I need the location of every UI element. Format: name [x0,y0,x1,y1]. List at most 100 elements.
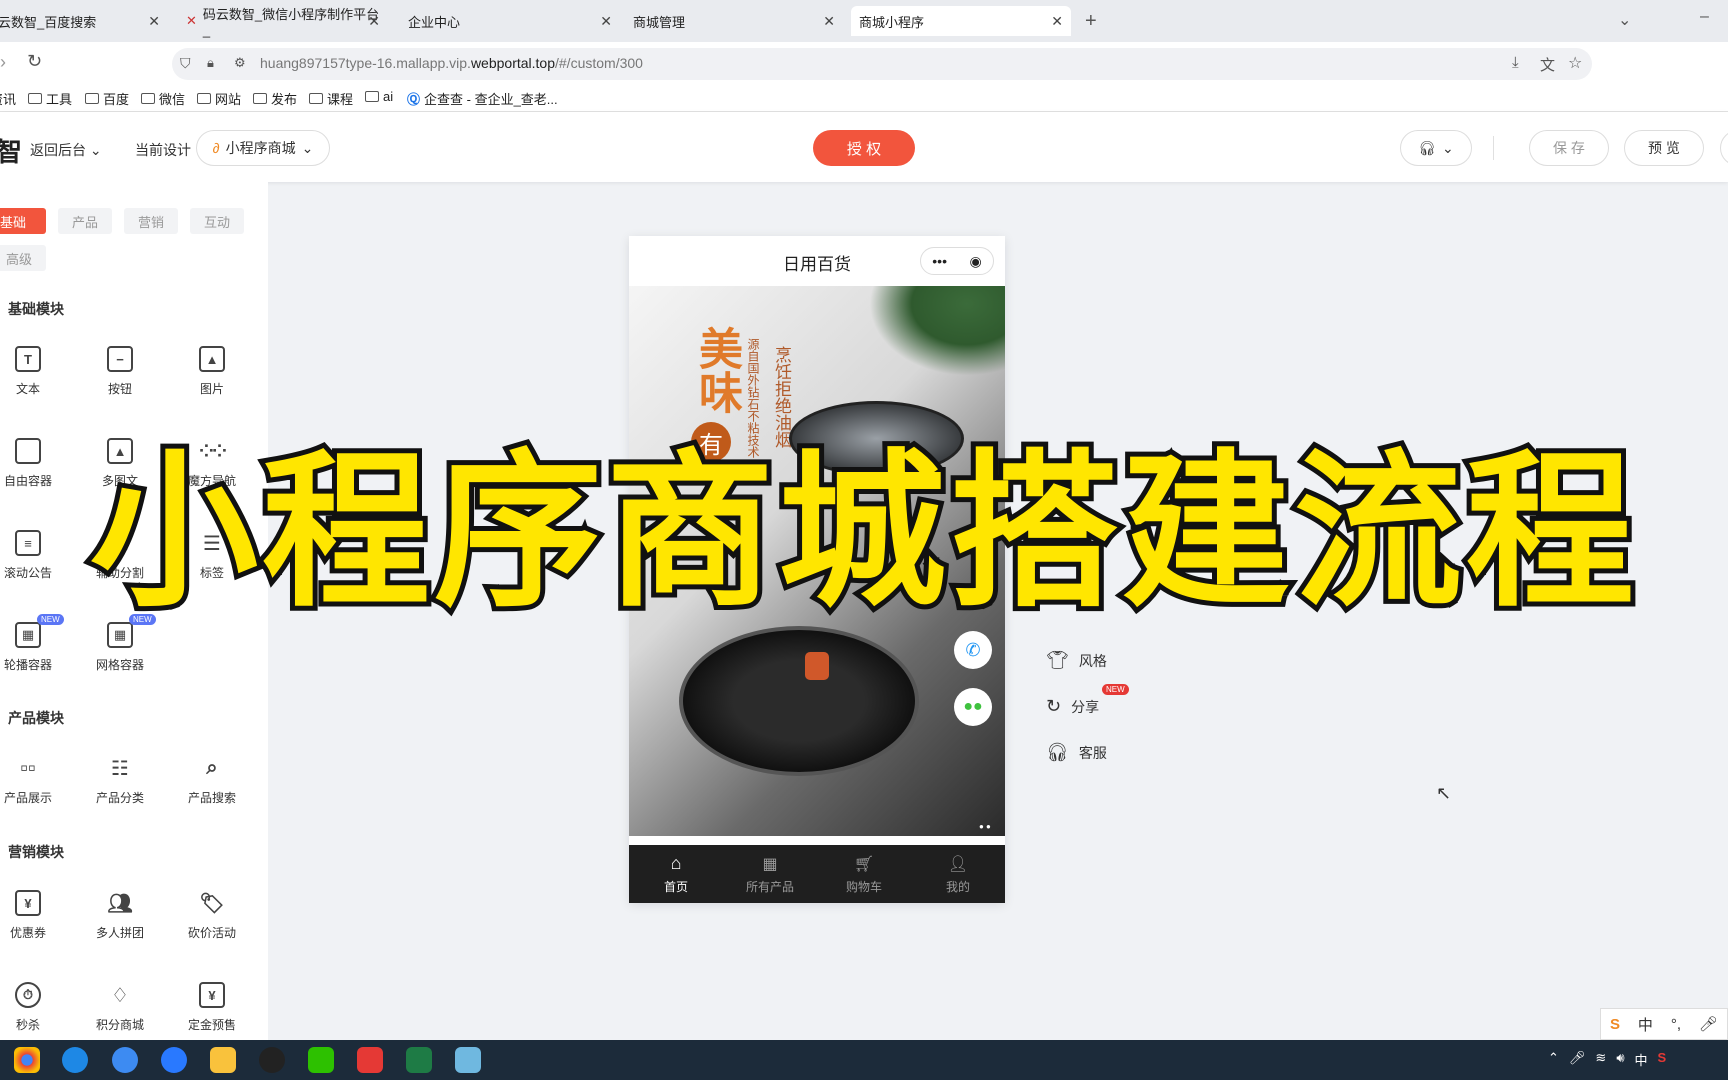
bookmark-item[interactable]: 资讯 [0,89,16,108]
tab-label: 云数智_百度搜索 [0,14,97,30]
tab-home[interactable]: ⌂ 首页 [629,845,723,903]
browser-tab[interactable]: 云数智_百度搜索 ✕ [0,6,168,36]
component-coupon[interactable]: ¥ 优惠券 [0,890,73,941]
close-icon[interactable]: ✕ [368,13,380,30]
close-icon[interactable]: ✕ [600,13,612,30]
prop-style[interactable]: 👕︎ 风格 [1046,650,1107,671]
tab-label: 商城管理 [633,14,686,30]
component-text[interactable]: T 文本 [0,346,73,397]
qq-icon[interactable] [259,1047,285,1073]
component-flash-sale[interactable]: ⏱︎ 秒杀 [0,982,73,1033]
new-tab-icon[interactable]: + [1085,10,1097,33]
banner-headline: 美味 [691,326,742,414]
file-explorer-icon[interactable] [210,1047,236,1073]
close-icon[interactable]: ✕ [148,13,160,30]
save-button[interactable]: 保 存 [1529,130,1609,166]
notepad-icon[interactable] [455,1047,481,1073]
folder-icon [141,93,155,104]
tab-label: 商城小程序 [859,14,925,30]
category-tab-marketing[interactable]: 营销 [124,208,178,234]
translate-icon[interactable]: 文 [1540,54,1555,75]
home-icon: ⌂ [670,853,682,873]
chevron-down-icon: ⌄ [301,139,314,156]
group-icon: 👥︎ [107,892,133,915]
category-tab-basic[interactable]: 基础 [0,208,46,234]
cart-icon: 🛒︎ [853,855,875,873]
component-bargain[interactable]: 🏷︎ 砍价活动 [167,890,257,941]
user-icon: 👤︎ [947,855,969,873]
minimize-icon[interactable]: – [1700,8,1709,26]
component-presale[interactable]: ¥ 定金预售 [167,982,257,1033]
tab-all-products[interactable]: ▦ 所有产品 [723,845,817,903]
star-icon[interactable]: ☆ [1568,53,1582,73]
site-settings-icon[interactable]: ⚙ [234,55,246,71]
prop-customer-service[interactable]: 🎧︎ 客服 [1046,742,1107,763]
preview-button[interactable]: 预 览 [1624,130,1704,166]
browser-tab[interactable]: 企业中心 ✕ [400,6,620,36]
section-title: 产品模块 [8,710,64,726]
pan-image [679,626,919,776]
system-tray[interactable]: ⌃ 🎤︎ ≋ 🔊︎ 中 S [1548,1050,1666,1069]
site-logo-icon: ✕ [186,13,197,28]
folder-icon [253,93,267,104]
timer-icon: ⏱︎ [15,982,41,1008]
reload-icon[interactable]: ↻ [27,51,42,72]
bookmark-item[interactable]: 百度 [85,89,129,108]
category-tab-interaction[interactable]: 互动 [190,208,244,234]
folder-icon [28,93,42,104]
prop-share[interactable]: ↻ 分享 NEW [1046,684,1129,717]
component-product-display[interactable]: ▫▫ 产品展示 [0,755,73,806]
category-tab-advanced[interactable]: 高级 [0,245,46,271]
capsule-menu[interactable]: ••• ◉ [920,247,994,275]
sogou-browser-icon[interactable] [112,1047,138,1073]
edge-icon[interactable] [62,1047,88,1073]
bookmark-item[interactable]: Ⓠ 企查查 - 查企业_查老... [407,89,558,108]
tab-label: 码云数智_微信小程序制作平台_ [202,7,380,38]
component-carousel[interactable]: ▦ 轮播容器 NEW [0,614,73,673]
mouse-cursor-icon: ↖ [1436,783,1452,803]
browser-tab-active[interactable]: 商城小程序 ✕ [851,6,1071,36]
close-icon[interactable]: ✕ [1051,13,1063,30]
download-icon[interactable]: ⤓ [1512,54,1519,71]
browser-icon[interactable] [161,1047,187,1073]
component-button[interactable]: − 按钮 [75,346,165,397]
carousel-dots: ● ● [979,822,991,831]
app-icon[interactable] [357,1047,383,1073]
leaf-decoration [869,286,1005,376]
tab-cart[interactable]: 🛒︎ 购物车 [817,845,911,903]
excel-icon[interactable] [406,1047,432,1073]
sogou-tray-icon: S [1657,1050,1667,1065]
forward-icon[interactable]: › [0,52,6,73]
tab-mine[interactable]: 👤︎ 我的 [911,845,1005,903]
chrome-icon[interactable] [14,1047,40,1073]
wechat-button[interactable]: ●● [954,688,992,726]
component-group-buy[interactable]: 👥︎ 多人拼团 [75,890,165,941]
search-grid-icon: ⌕ [206,756,218,779]
design-selector[interactable]: ∂ 小程序商城 ⌄ [196,130,330,166]
component-product-search[interactable]: ⌕ 产品搜索 [167,755,257,806]
category-tab-product[interactable]: 产品 [58,208,112,234]
phone-call-button[interactable]: ✆ [954,631,992,669]
component-image[interactable]: ▲ 图片 [167,346,257,397]
bookmark-item[interactable]: 网站 [197,89,241,108]
browser-tab[interactable]: 商城管理 ✕ [625,6,843,36]
bookmark-item[interactable]: 微信 [141,89,185,108]
browser-tab[interactable]: ✕ 码云数智_微信小程序制作平台_ ✕ [178,6,388,38]
support-dropdown[interactable]: 🎧︎ ⌄ [1400,130,1472,166]
wechat-icon[interactable] [308,1047,334,1073]
bookmark-item[interactable]: ai [365,89,393,104]
chevron-down-icon[interactable]: ⌄ [1618,10,1631,30]
ime-toolbar[interactable]: S 中 °, 🎤︎ [1600,1008,1728,1040]
bookmark-item[interactable]: 发布 [253,89,297,108]
folder-icon [85,93,99,104]
back-to-admin-button[interactable]: 返回后台 ⌄ [30,140,102,160]
component-points-mall[interactable]: ♢ 积分商城 [75,982,165,1033]
authorize-button[interactable]: 授 权 [813,130,915,166]
component-product-category[interactable]: ☷ 产品分类 [75,755,165,806]
close-icon[interactable]: ✕ [823,13,835,30]
folder-icon [309,93,323,104]
bookmark-item[interactable]: 课程 [309,89,353,108]
bookmark-item[interactable]: 工具 [28,89,72,108]
button-icon: − [107,346,133,372]
folder-icon [197,93,211,104]
